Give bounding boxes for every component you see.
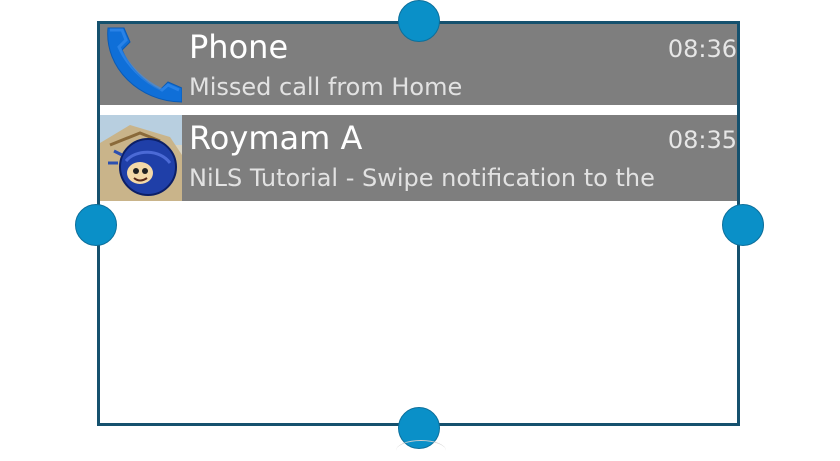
resize-handle-left[interactable]: [75, 204, 117, 246]
notification-text: NiLS Tutorial - Swipe notification to th…: [189, 164, 655, 192]
resize-handle-top[interactable]: [398, 0, 440, 42]
notification-item-roymam[interactable]: Roymam A 08:35 NiLS Tutorial - Swipe not…: [100, 115, 737, 201]
phone-handset-icon: [100, 24, 183, 105]
notification-title: Phone: [189, 28, 289, 66]
notification-separator: [100, 105, 737, 115]
notification-time: 08:35: [667, 126, 737, 154]
notification-time: 08:36: [667, 35, 737, 63]
notification-title: Roymam A: [189, 119, 363, 157]
resize-handle-right[interactable]: [722, 204, 764, 246]
drag-arc-hint: [396, 440, 446, 461]
avatar-cartoon-icon: [100, 115, 182, 201]
notification-text: Missed call from Home: [189, 73, 463, 101]
